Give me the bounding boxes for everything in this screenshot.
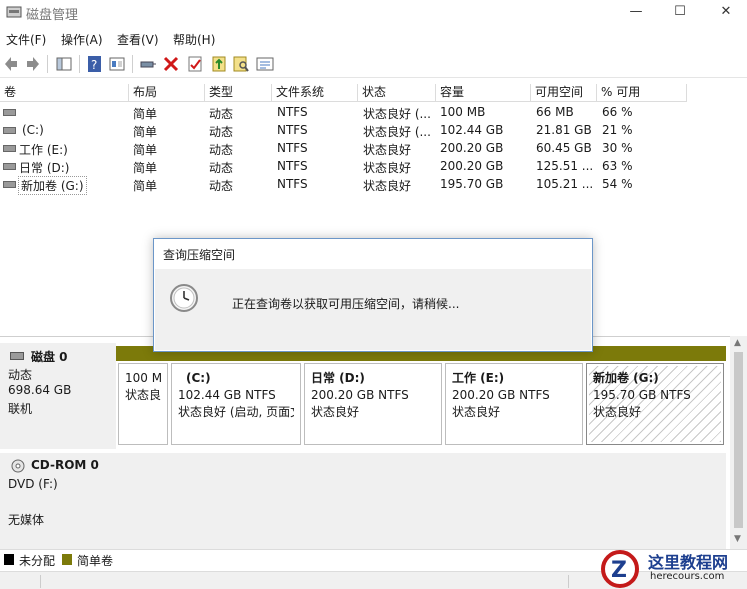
scroll-up-icon[interactable]: ▲: [734, 338, 741, 348]
console-tree-icon[interactable]: [55, 55, 73, 73]
disk-0-header[interactable]: 磁盘 0 动态 698.64 GB 联机: [0, 343, 116, 449]
column-filesystem[interactable]: 文件系统: [272, 84, 358, 102]
delete-icon[interactable]: [162, 55, 180, 73]
partition-g-selected[interactable]: 新加卷 (G:) 195.70 GB NTFS 状态良好: [586, 363, 724, 445]
connect-icon[interactable]: [139, 55, 157, 73]
drive-icon: [3, 127, 16, 134]
legend-simple-swatch: [62, 554, 72, 565]
properties-icon[interactable]: [186, 55, 204, 73]
export-icon[interactable]: [210, 55, 228, 73]
menu-file[interactable]: 文件(F): [6, 31, 46, 48]
cdrom-icon: [11, 459, 25, 473]
partition-e[interactable]: 工作 (E:) 200.20 GB NTFS 状态良好: [445, 363, 583, 445]
close-button[interactable]: ✕: [703, 0, 747, 26]
drive-icon: [3, 145, 16, 152]
column-free-space[interactable]: 可用空间: [531, 84, 597, 102]
svg-text:Z: Z: [611, 558, 627, 583]
cdrom-0-header[interactable]: CD-ROM 0 DVD (F:) 无媒体: [0, 453, 116, 549]
table-row[interactable]: 工作 (E:) 简单 动态 NTFS 状态良好 200.20 GB 60.45 …: [0, 140, 687, 158]
drive-icon: [3, 163, 16, 170]
search-icon[interactable]: [232, 55, 250, 73]
partition-d[interactable]: 日常 (D:) 200.20 GB NTFS 状态良好: [304, 363, 442, 445]
legend-simple-label: 简单卷: [77, 554, 114, 568]
menu-view[interactable]: 查看(V): [117, 31, 159, 48]
disk-management-app-icon: [6, 6, 22, 18]
legend-unallocated-label: 未分配: [19, 554, 56, 568]
column-type[interactable]: 类型: [205, 84, 272, 102]
partition-c[interactable]: (C:) 102.44 GB NTFS 状态良好 (启动, 页面文: [171, 363, 301, 445]
scrollbar-thumb[interactable]: [734, 352, 743, 528]
table-row[interactable]: (C:) 简单 动态 NTFS 状态良好 (... 102.44 GB 21.8…: [0, 122, 687, 140]
vertical-scrollbar[interactable]: ▲ ▼: [730, 336, 747, 549]
help-icon[interactable]: ?: [86, 55, 104, 73]
disk-icon: [10, 352, 24, 360]
column-percent-free[interactable]: % 可用: [597, 84, 687, 102]
title-bar: 磁盘管理 — ☐ ✕: [0, 0, 747, 26]
menu-help[interactable]: 帮助(H): [173, 31, 215, 48]
legend-unallocated-swatch: [4, 554, 14, 565]
query-shrink-dialog: 查询压缩空间 正在查询卷以获取可用压缩空间，请稍候...: [153, 238, 593, 352]
forward-icon[interactable]: [23, 55, 41, 73]
disk-0-partitions: 100 M 状态良 (C:) 102.44 GB NTFS 状态良好 (启动, …: [116, 337, 726, 449]
view-icon[interactable]: [108, 55, 126, 73]
watermark-title: 这里教程网: [648, 553, 729, 572]
cdrom-0-area: [116, 453, 726, 549]
drive-icon: [3, 109, 16, 116]
list-icon[interactable]: [256, 55, 274, 73]
svg-text:?: ?: [91, 58, 97, 72]
back-icon[interactable]: [3, 55, 21, 73]
table-row[interactable]: 新加卷 (G:) 简单 动态 NTFS 状态良好 195.70 GB 105.2…: [0, 176, 687, 195]
watermark-url: herecours.com: [650, 571, 725, 582]
scroll-down-icon[interactable]: ▼: [734, 534, 741, 544]
maximize-button[interactable]: ☐: [657, 0, 703, 26]
table-row[interactable]: 日常 (D:) 简单 动态 NTFS 状态良好 200.20 GB 125.51…: [0, 158, 687, 176]
partition-system[interactable]: 100 M 状态良: [118, 363, 168, 445]
column-capacity[interactable]: 容量: [436, 84, 531, 102]
watermark: Z 这里教程网 herecours.com: [596, 546, 747, 589]
disk-graphical-view: 磁盘 0 动态 698.64 GB 联机 100 M 状态良 (C:) 102.…: [0, 336, 747, 549]
watermark-logo: Z: [601, 550, 639, 588]
menu-action[interactable]: 操作(A): [61, 31, 103, 48]
dialog-body: 正在查询卷以获取可用压缩空间，请稍候...: [155, 269, 591, 350]
window-title: 磁盘管理: [26, 8, 79, 23]
drive-icon: [3, 181, 16, 188]
dialog-title: 查询压缩空间: [163, 248, 236, 262]
menu-bar: 文件(F) 操作(A) 查看(V) 帮助(H): [0, 29, 747, 49]
minimize-button[interactable]: —: [613, 0, 659, 26]
column-layout[interactable]: 布局: [129, 84, 205, 102]
clock-icon: [170, 284, 198, 312]
toolbar: ?: [0, 52, 747, 78]
column-status[interactable]: 状态: [358, 84, 436, 102]
table-row[interactable]: 简单 动态 NTFS 状态良好 (... 100 MB 66 MB 66 %: [0, 104, 687, 122]
column-volume[interactable]: 卷: [0, 84, 129, 102]
dialog-message: 正在查询卷以获取可用压缩空间，请稍候...: [232, 297, 460, 311]
